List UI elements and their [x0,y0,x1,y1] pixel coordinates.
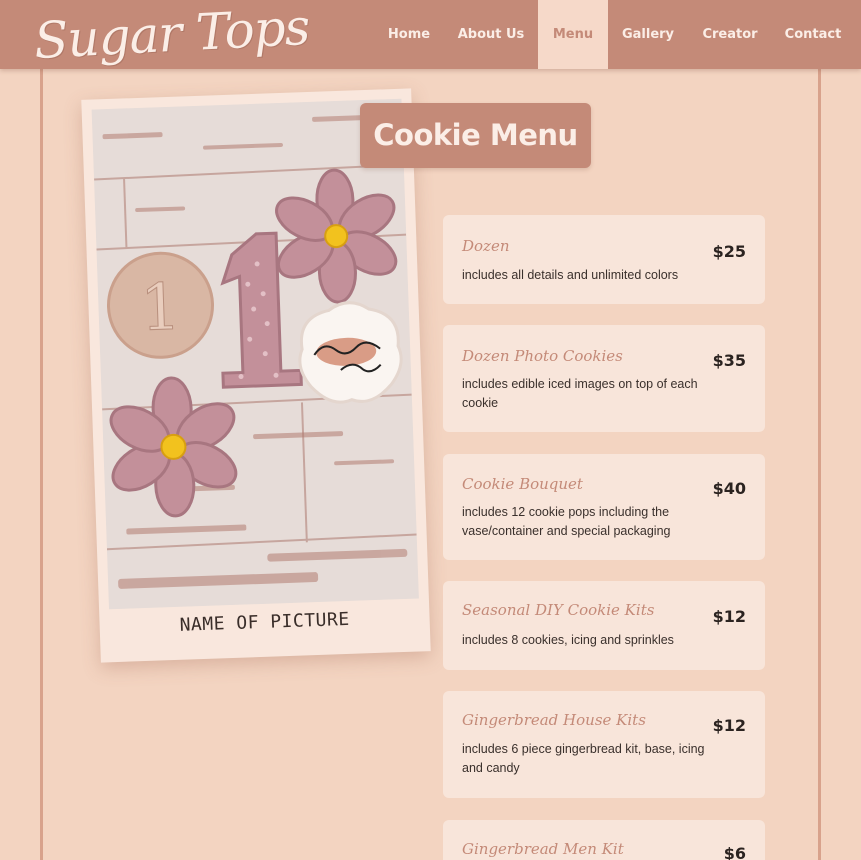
nav-about-us[interactable]: About Us [446,0,536,69]
menu-item-gingerbread-house-kits: Gingerbread House Kits $12 includes 6 pi… [443,691,765,798]
menu-item-dozen-photo-cookies: Dozen Photo Cookies $35 includes edible … [443,325,765,432]
menu-item-cookie-bouquet: Cookie Bouquet $40 includes 12 cookie po… [443,454,765,560]
menu-item-name: Gingerbread Men Kit [462,840,624,858]
menu-item-price: $12 [712,607,746,626]
nav-menu[interactable]: Menu [538,0,608,69]
menu-item-price: $12 [712,716,746,735]
featured-photo-card: 1 NAME OF PICTURE [81,88,431,663]
menu-item-dozen: Dozen $25 includes all details and unlim… [443,215,765,304]
page-title: Cookie Menu [360,103,591,168]
menu-item-name: Dozen [462,237,510,255]
menu-item-description: includes 8 cookies, icing and sprinkles [462,633,674,647]
menu-item-description: includes 12 cookie pops including the va… [462,505,671,538]
menu-item-description: includes 6 piece gingerbread kit, base, … [462,742,705,775]
menu-item-gingerbread-men-kit: Gingerbread Men Kit $6 [443,820,765,860]
site-header: Sugar Tops Home About Us Menu Gallery Cr… [0,0,861,71]
cookie-photo: 1 [91,98,419,610]
cookie-photo-illustration: 1 [91,98,419,610]
menu-item-price: $35 [712,351,746,370]
number-one-cookie-text: 1 [139,271,182,346]
menu-item-price: $25 [712,242,746,261]
menu-item-price: $6 [723,844,746,860]
menu-item-name: Cookie Bouquet [462,475,583,493]
nav-home[interactable]: Home [372,0,446,69]
nav-gallery[interactable]: Gallery [608,0,688,69]
site-logo[interactable]: Sugar Tops [33,0,311,71]
menu-item-price: $40 [712,479,746,498]
nav-creator[interactable]: Creator [688,0,772,69]
menu-item-name: Dozen Photo Cookies [462,347,623,365]
photo-caption: NAME OF PICTURE [179,608,350,636]
menu-item-name: Gingerbread House Kits [462,711,646,729]
menu-item-description: includes edible iced images on top of ea… [462,377,698,410]
menu-item-description: includes all details and unlimited color… [462,268,679,282]
menu-item-seasonal-diy-cookie-kits: Seasonal DIY Cookie Kits $12 includes 8 … [443,581,765,670]
menu-item-name: Seasonal DIY Cookie Kits [462,601,655,619]
nav-contact[interactable]: Contact [772,0,854,69]
